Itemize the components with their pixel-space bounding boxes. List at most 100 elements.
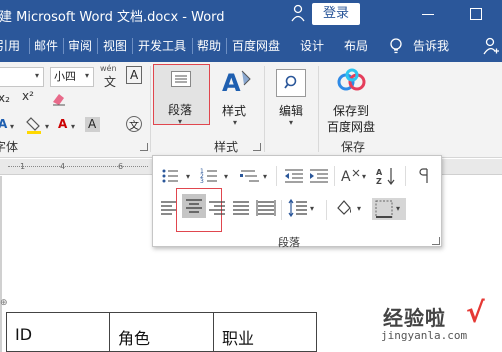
tab-help[interactable]: 帮助: [197, 37, 221, 54]
editing-dropdown-icon[interactable]: ▾: [289, 118, 293, 127]
share-user-icon[interactable]: [483, 37, 499, 55]
line-spacing-icon[interactable]: [287, 198, 309, 218]
chinese-layout-icon[interactable]: A: [339, 166, 361, 186]
group-divider: [318, 66, 319, 152]
text-effects-dropdown-icon[interactable]: ▾: [10, 122, 14, 131]
text-effects-letter: A: [0, 117, 8, 131]
subscript-icon[interactable]: x₂: [0, 91, 10, 105]
account-icon[interactable]: [291, 4, 305, 22]
editing-icon[interactable]: [276, 69, 306, 97]
chinese-layout-dropdown-icon[interactable]: ▾: [362, 172, 366, 181]
text-effects-icon[interactable]: A: [0, 117, 7, 131]
styles-label[interactable]: 样式: [222, 102, 246, 119]
increase-indent-icon[interactable]: [308, 166, 330, 186]
superscript-icon[interactable]: x²: [22, 89, 34, 103]
watermark-check-icon: √: [466, 296, 485, 329]
enclose-char: 文: [129, 121, 139, 132]
enclose-char-icon[interactable]: 文: [126, 116, 142, 132]
save-to-netdisk-label-1[interactable]: 保存到: [333, 102, 369, 119]
tab-separator: [63, 38, 64, 54]
font-color-icon[interactable]: A: [58, 117, 67, 131]
tab-design[interactable]: 设计: [300, 37, 324, 54]
save-to-netdisk-label-2[interactable]: 百度网盘: [327, 118, 375, 135]
baidu-netdisk-icon[interactable]: [336, 68, 368, 94]
tab-baidu-netdisk[interactable]: 百度网盘: [232, 37, 280, 54]
lightbulb-icon[interactable]: [389, 37, 403, 55]
ruler-ticks: [8, 166, 148, 167]
styles-dropdown-icon[interactable]: ▾: [233, 118, 237, 127]
highlight-color-icon[interactable]: [25, 116, 43, 134]
save-group-label: 保存: [341, 140, 366, 154]
char-shading-icon[interactable]: A: [85, 117, 100, 132]
shading-icon[interactable]: [333, 198, 355, 218]
tab-review[interactable]: 审阅: [68, 37, 92, 54]
styles-dialog-launcher-icon[interactable]: [253, 143, 261, 151]
restore-button[interactable]: [470, 8, 482, 20]
popup-divider: [405, 166, 406, 186]
paragraph-dialog-launcher-icon[interactable]: [432, 237, 440, 245]
tab-separator: [192, 38, 193, 54]
group-divider: [264, 66, 265, 152]
table-header-cell[interactable]: 职业: [214, 313, 316, 352]
borders-dropdown-icon: ▾: [396, 204, 401, 213]
minimize-button[interactable]: [422, 14, 434, 15]
data-table[interactable]: ID 角色 职业: [6, 312, 317, 352]
tab-separator: [29, 38, 30, 54]
phonetic-pinyin: wén: [100, 64, 117, 73]
paragraph-label: 段落: [168, 103, 193, 117]
styles-icon-glyph: A: [222, 69, 241, 97]
tab-layout[interactable]: 布局: [344, 37, 368, 54]
editing-label[interactable]: 编辑: [279, 102, 303, 119]
tab-separator: [97, 38, 98, 54]
window-title: 新建 Microsoft Word 文档.docx - Word: [0, 10, 225, 25]
line-spacing-dropdown-icon[interactable]: ▾: [310, 204, 314, 213]
svg-text:Z: Z: [376, 177, 382, 186]
tell-me-search[interactable]: 告诉我: [413, 37, 449, 54]
clear-formatting-icon[interactable]: [50, 90, 68, 108]
tab-view[interactable]: 视图: [103, 37, 127, 54]
popup-divider: [276, 166, 277, 186]
table-move-handle-icon[interactable]: ⊕: [0, 298, 8, 308]
popup-divider: [326, 200, 327, 220]
paragraph-dropdown-icon: ▾: [178, 117, 183, 126]
styles-icon[interactable]: A: [220, 67, 254, 97]
numbering-dropdown-icon[interactable]: ▾: [224, 172, 228, 181]
decrease-indent-icon[interactable]: [283, 166, 305, 186]
login-button[interactable]: 登录: [312, 3, 360, 25]
char-shading-letter: A: [88, 117, 97, 131]
align-center-icon: [186, 199, 202, 213]
bullets-dropdown-icon[interactable]: ▾: [186, 172, 190, 181]
font-name-dropdown-icon[interactable]: ▾: [35, 71, 39, 80]
group-divider: [150, 66, 151, 152]
sort-icon[interactable]: A Z: [376, 166, 398, 186]
svg-text:A: A: [376, 168, 383, 177]
multilevel-dropdown-icon[interactable]: ▾: [263, 172, 267, 181]
show-hide-marks-icon[interactable]: [415, 166, 437, 186]
ruler-mark: 4: [60, 162, 66, 171]
char-border-letter: A: [130, 68, 139, 82]
tab-references[interactable]: 引用: [0, 37, 20, 54]
styles-group-label: 样式: [214, 140, 239, 154]
char-border-icon[interactable]: A: [126, 66, 142, 84]
font-dialog-launcher-icon[interactable]: [140, 143, 148, 151]
table-header-cell[interactable]: ID: [7, 313, 110, 352]
numbering-icon[interactable]: 123: [200, 166, 222, 186]
bullets-icon[interactable]: [161, 166, 183, 186]
borders-button[interactable]: ▾: [372, 198, 406, 220]
search-icon: [284, 75, 297, 89]
shading-dropdown-icon[interactable]: ▾: [357, 204, 361, 213]
distributed-icon[interactable]: [255, 198, 277, 218]
title-bar: 新建 Microsoft Word 文档.docx - Word 登录: [0, 0, 502, 30]
multilevel-list-icon[interactable]: [239, 166, 261, 186]
paragraph-button[interactable]: 段落 ▾: [153, 64, 210, 126]
font-size-dropdown-icon[interactable]: ▾: [85, 71, 89, 80]
align-center-button[interactable]: [182, 194, 206, 218]
align-right-icon[interactable]: [206, 198, 228, 218]
font-color-dropdown-icon[interactable]: ▾: [71, 122, 75, 131]
justify-icon[interactable]: [230, 198, 252, 218]
highlight-dropdown-icon[interactable]: ▾: [45, 122, 49, 131]
table-header-cell[interactable]: 角色: [110, 313, 214, 352]
tab-developer[interactable]: 开发工具: [138, 37, 186, 54]
tab-mailings[interactable]: 邮件: [34, 37, 58, 54]
font-group-label: 字体: [0, 140, 19, 154]
